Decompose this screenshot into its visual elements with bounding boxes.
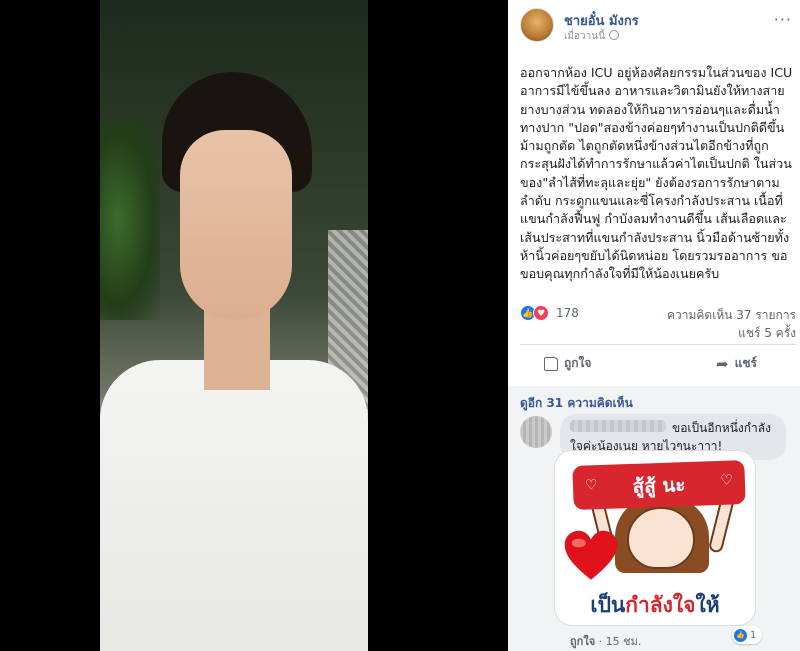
sticker-caption-part-a: เป็น xyxy=(590,593,626,617)
author-name[interactable]: ชายอั๋น มังกร xyxy=(564,10,639,31)
sticker-heart-icon xyxy=(563,529,619,585)
share-arrow-icon: ➦ xyxy=(716,354,729,373)
sticker-scarf: ♡ สู้สู้ นะ ♡ xyxy=(572,460,746,510)
comment-text-line1: ขอเป็นอีกหนึ่งกำลัง xyxy=(672,421,771,435)
scarf-heart-icon: ♡ xyxy=(720,472,734,489)
post-time[interactable]: เมื่อวานนี้ xyxy=(564,31,605,42)
post-header: ชายอั๋น มังกร เมื่อวานนี้ ··· xyxy=(520,8,792,48)
photo-viewer xyxy=(0,0,508,651)
sticker-caption-part-b: กำลังใจ xyxy=(625,593,696,617)
sticker-caption: เป็นกำลังใจให้ xyxy=(555,589,755,622)
post-text: ออกจากห้อง ICU อยู่ห้องศัลยกรรมในส่วนของ… xyxy=(520,65,797,282)
like-mini-icon: 👍 xyxy=(734,628,747,642)
photo-background-foliage xyxy=(100,120,160,320)
comment-dot-separator: · xyxy=(598,635,606,648)
reactions-bar: 👍 ♥ 178 ความคิดเห็น 37 รายการ แชร์ 5 ครั… xyxy=(520,304,796,340)
post-photo[interactable] xyxy=(100,0,368,651)
comments-section: ดูอีก 31 ความคิดเห็น ขอเป็นอีกหนึ่งกำลัง… xyxy=(508,386,800,651)
author-avatar[interactable] xyxy=(520,8,554,42)
globe-icon xyxy=(608,30,619,40)
shares-count[interactable]: แชร์ 5 ครั้ง xyxy=(738,324,796,343)
share-button[interactable]: ➦ แชร์ xyxy=(716,354,757,373)
sticker-girl-face xyxy=(627,507,695,569)
sticker-caption-part-c: ให้ xyxy=(695,593,720,617)
comment-like-link[interactable]: ถูกใจ xyxy=(570,635,595,648)
reaction-icons[interactable]: 👍 ♥ xyxy=(520,305,554,321)
photo-face xyxy=(180,130,292,320)
reaction-count[interactable]: 178 xyxy=(556,306,579,320)
share-label: แชร์ xyxy=(734,356,757,370)
divider xyxy=(520,344,796,345)
like-label: ถูกใจ xyxy=(564,356,592,370)
comment-footer: ถูกใจ · 15 ชม. xyxy=(570,632,641,650)
commenter-avatar[interactable] xyxy=(520,416,552,448)
comment-like-badge[interactable]: 👍 1 xyxy=(732,626,763,644)
like-button[interactable]: ถูกใจ xyxy=(544,354,591,373)
comment-time[interactable]: 15 ชม. xyxy=(606,635,642,648)
more-options-icon[interactable]: ··· xyxy=(774,10,792,29)
love-reaction-icon: ♥ xyxy=(533,305,549,321)
view-more-comments[interactable]: ดูอีก 31 ความคิดเห็น xyxy=(520,394,633,413)
comments-count[interactable]: ความคิดเห็น 37 รายการ xyxy=(667,306,796,325)
comment-like-count: 1 xyxy=(750,629,757,641)
thumb-up-icon xyxy=(544,356,558,371)
comment-sticker[interactable]: ♡ สู้สู้ นะ ♡ เป็นกำลังใจให้ xyxy=(554,450,756,626)
post-actions: ถูกใจ ➦ แชร์ xyxy=(520,350,796,378)
photo-shirt xyxy=(100,360,368,651)
post-meta: เมื่อวานนี้ xyxy=(564,29,619,44)
